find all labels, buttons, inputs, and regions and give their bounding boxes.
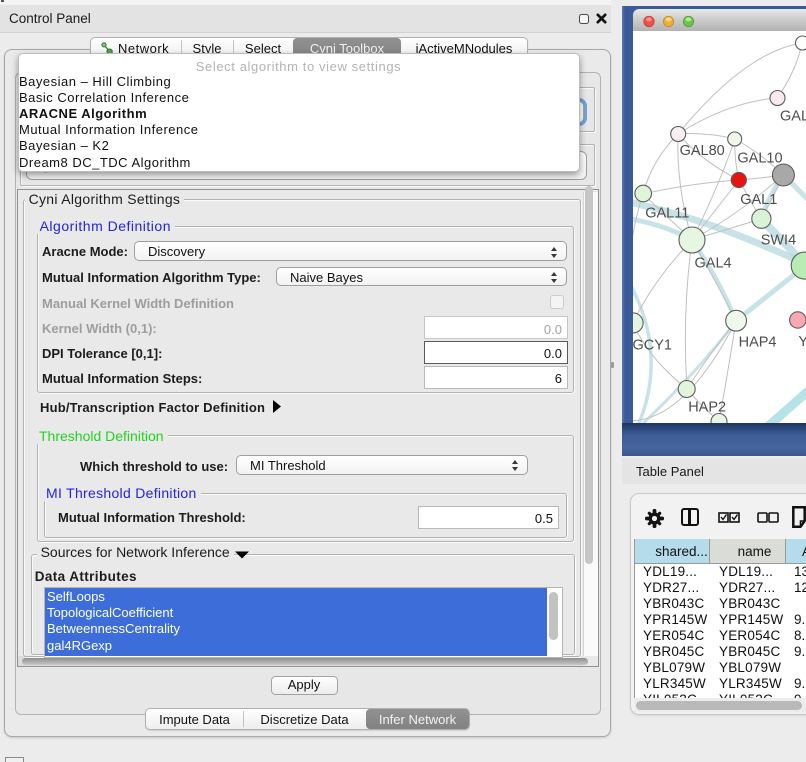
svg-text:GAL11: GAL11 — [645, 206, 689, 222]
svg-text:GAL1: GAL1 — [740, 192, 777, 208]
svg-text:SWI4: SWI4 — [761, 233, 796, 249]
svg-text:HAP2: HAP2 — [688, 400, 726, 416]
svg-text:GCY1: GCY1 — [633, 338, 672, 354]
svg-text:Y: Y — [798, 334, 806, 350]
svg-text:HAP4: HAP4 — [739, 335, 777, 351]
svg-text:GAL80: GAL80 — [680, 143, 725, 159]
svg-text:GAL: GAL — [780, 109, 806, 125]
svg-text:GAL10: GAL10 — [737, 151, 782, 167]
svg-text:GAL4: GAL4 — [695, 256, 732, 272]
